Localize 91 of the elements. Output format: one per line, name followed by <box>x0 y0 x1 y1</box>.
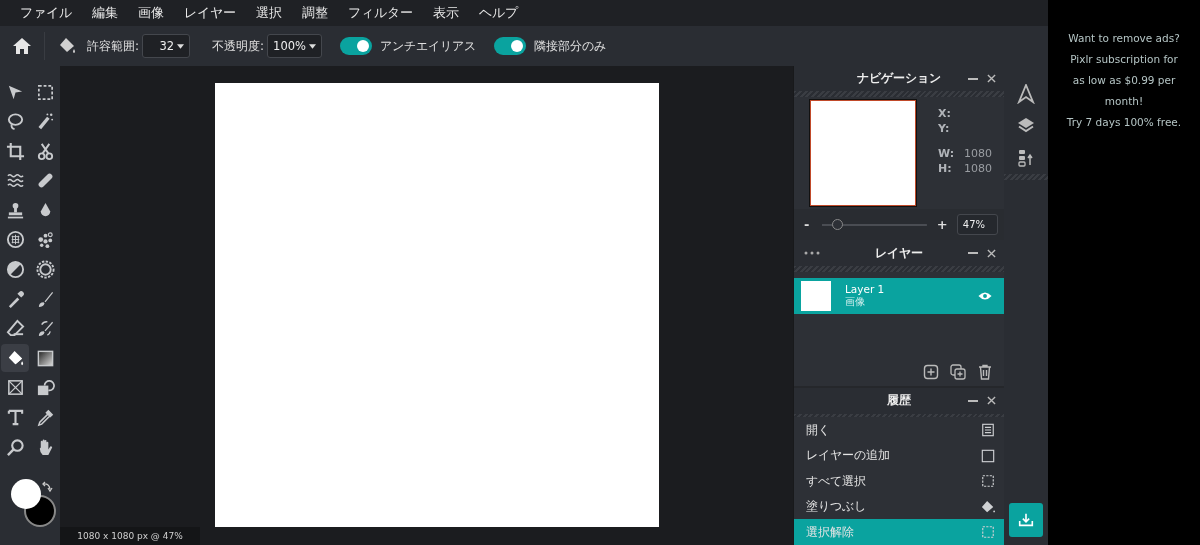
field-label: 不透明度: <box>212 37 265 55</box>
coord-label: W: <box>938 146 956 162</box>
add-layer-icon[interactable] <box>923 364 939 381</box>
field-label: 許容範囲: <box>87 37 140 55</box>
toggle-switch[interactable] <box>494 37 526 55</box>
minimize-icon[interactable] <box>968 252 978 255</box>
menu-item[interactable]: 編集 <box>82 4 128 22</box>
ad-text: as low as $0.99 per <box>1072 73 1176 88</box>
dots-icon <box>35 230 55 250</box>
ad-text: month! <box>1104 94 1144 109</box>
stamp-icon <box>5 200 25 220</box>
navigator-arrow-icon[interactable] <box>1016 84 1036 104</box>
zoom-icon <box>5 437 25 457</box>
width-value: 1080 <box>964 146 992 162</box>
text-icon <box>5 408 25 428</box>
menu-item[interactable]: 調整 <box>292 4 338 22</box>
more-icon[interactable] <box>804 251 820 256</box>
ad-text: Want to remove ads? <box>1068 31 1180 46</box>
marquee-icon <box>35 82 55 102</box>
panel-title: レイヤー <box>875 245 923 261</box>
caret-icon <box>309 43 316 49</box>
zoom-out-button[interactable]: - <box>804 217 816 233</box>
download-icon <box>1017 511 1035 529</box>
swap-arrows-icon[interactable] <box>41 481 53 494</box>
history-label: 塗りつぶし <box>806 499 866 515</box>
home-icon[interactable] <box>12 36 32 56</box>
eyedropper-icon <box>35 408 55 428</box>
trash-icon[interactable] <box>977 364 993 381</box>
menu-item[interactable]: レイヤー <box>174 4 246 22</box>
ad-text: Pixlr subscription for <box>1070 52 1178 67</box>
paint-bucket-icon <box>57 36 77 56</box>
caret-icon <box>177 43 185 49</box>
panel-title: 履歴 <box>887 393 911 409</box>
navigator-thumbnail[interactable] <box>810 100 916 207</box>
square-icon <box>981 448 995 463</box>
history-item[interactable]: レイヤーの追加 <box>794 442 1004 469</box>
dashed-square-icon <box>981 474 995 489</box>
layer-name: Layer 1 <box>845 282 886 295</box>
ad-text: Try 7 days 100% free. <box>1066 115 1182 130</box>
menu-item[interactable]: フィルター <box>338 4 423 22</box>
toggle-switch[interactable] <box>340 37 372 55</box>
layer-type: 画像 <box>845 295 866 309</box>
dropdown-field[interactable]: 100% <box>267 34 322 58</box>
shapes-icon <box>35 378 55 398</box>
history-label: 選択解除 <box>806 524 854 540</box>
paint-bucket-icon <box>981 499 995 514</box>
history-item[interactable]: 塗りつぶし <box>794 493 1004 520</box>
duplicate-icon[interactable] <box>950 364 966 381</box>
history-label: レイヤーの追加 <box>806 448 890 464</box>
menu-item[interactable]: ヘルプ <box>469 4 528 22</box>
minimize-icon[interactable] <box>968 400 978 403</box>
download-button[interactable] <box>1009 503 1043 537</box>
close-icon[interactable] <box>987 396 996 406</box>
close-icon[interactable] <box>987 248 996 258</box>
zoom-field[interactable]: 47% <box>956 214 998 236</box>
toggle-label: アンチエイリアス <box>380 37 476 55</box>
coord-label: Y: <box>938 121 951 137</box>
lasso-icon <box>5 112 25 132</box>
close-icon[interactable] <box>987 74 996 84</box>
eraser-icon <box>5 319 25 339</box>
dropdown-field[interactable]: 32 <box>142 34 191 58</box>
coord-label: X: <box>938 106 952 122</box>
height-value: 1080 <box>964 161 992 177</box>
scissors-icon <box>35 141 55 161</box>
menu-item[interactable]: 表示 <box>423 4 469 22</box>
menu-item[interactable]: ファイル <box>10 4 82 22</box>
panel-title: ナビゲーション <box>857 71 941 87</box>
zoom-in-button[interactable]: + <box>936 217 949 233</box>
tool-button[interactable] <box>1 344 29 373</box>
crop-icon <box>5 141 25 161</box>
grid-icon <box>5 230 25 250</box>
coord-label: H: <box>938 161 953 177</box>
dashed-square-icon <box>981 525 995 540</box>
document-icon <box>981 423 995 438</box>
history-icon[interactable] <box>1016 148 1036 168</box>
layer-thumbnail <box>801 280 831 311</box>
slider-thumb[interactable] <box>831 218 843 230</box>
history-item[interactable]: すべて選択 <box>794 468 1004 494</box>
frame-icon <box>5 378 25 398</box>
history-label: 開く <box>806 422 830 438</box>
halfcircle-icon <box>5 260 25 280</box>
menu-item[interactable]: 選択 <box>246 4 292 22</box>
sun-icon <box>35 260 55 280</box>
toggle-label: 隣接部分のみ <box>534 37 606 55</box>
menu-item[interactable]: 画像 <box>128 4 174 22</box>
history-item[interactable]: 開く <box>794 417 1004 443</box>
eye-icon[interactable] <box>978 290 992 301</box>
history-label: すべて選択 <box>806 473 866 489</box>
foreground-swatch[interactable] <box>11 479 41 510</box>
status-text: 1080 x 1080 px @ 47% <box>60 527 200 545</box>
gradient-icon <box>35 348 55 368</box>
